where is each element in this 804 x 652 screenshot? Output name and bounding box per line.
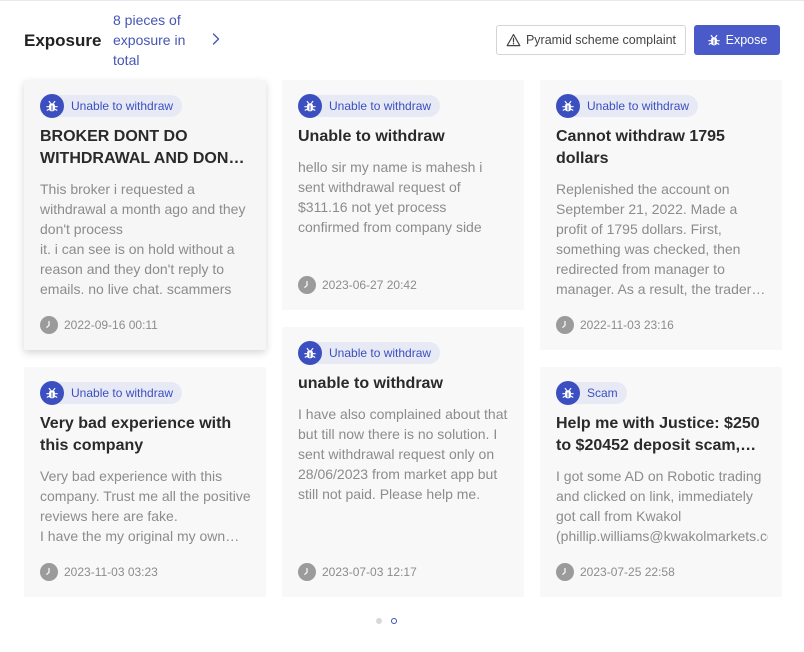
bug-icon (40, 381, 64, 405)
clock-icon (298, 563, 316, 581)
card-body: I have also complained about that but ti… (298, 406, 508, 502)
card-date-text: 2023-06-27 20:42 (322, 278, 417, 292)
category-tag-label: Scam (575, 382, 627, 404)
bug-icon (707, 34, 720, 46)
card-date: 2023-11-03 03:23 (40, 563, 158, 581)
exposure-card[interactable]: Unable to withdraw BROKER DONT DO WITHDR… (24, 80, 266, 350)
card-date: 2022-11-03 23:16 (556, 316, 674, 334)
category-tag-label: Unable to withdraw (575, 95, 699, 117)
warning-triangle-icon (506, 33, 521, 47)
card-title: Cannot withdraw 1795 dollars (556, 128, 725, 167)
card-date: 2023-07-25 22:58 (556, 563, 675, 581)
chevron-right-icon[interactable] (209, 32, 223, 46)
card-body: Very bad experience with this company. T… (40, 468, 251, 544)
bug-icon (298, 341, 322, 365)
card-date-text: 2023-11-03 03:23 (64, 565, 158, 579)
exposure-card[interactable]: Scam Help me with Justice: $250 to $2045… (540, 367, 782, 597)
exposure-card[interactable]: Unable to withdraw Cannot withdraw 1795 … (540, 80, 782, 350)
card-date: 2023-07-03 12:17 (298, 563, 417, 581)
section-title: Exposure (24, 31, 102, 50)
card-body: Replenished the account on September 21,… (556, 181, 752, 297)
page-dot-1[interactable] (376, 618, 382, 624)
bug-icon (40, 94, 64, 118)
category-tag-label: Unable to withdraw (317, 95, 441, 117)
card-date-text: 2023-07-25 22:58 (580, 565, 675, 579)
exposure-card[interactable]: Unable to withdraw Very bad experience w… (24, 367, 266, 597)
clock-icon (556, 563, 574, 581)
card-title: BROKER DONT DO WITHDRAWAL AND DONT REPLY (40, 128, 239, 167)
card-body: This broker i requested a withdrawal a m… (40, 181, 246, 297)
bug-icon (556, 381, 580, 405)
pagination-dots (376, 618, 397, 624)
category-tag-label: Unable to withdraw (317, 342, 441, 364)
category-tag: Scam (556, 381, 627, 405)
card-title: Very bad experience with this company (40, 415, 232, 454)
exposure-header: Exposure 8 pieces of exposure in total P… (0, 0, 804, 80)
pyramid-scheme-complaint-button[interactable]: Pyramid scheme complaint (496, 25, 686, 55)
bug-icon (556, 94, 580, 118)
exposure-card[interactable]: Unable to withdraw unable to withdraw I … (282, 327, 524, 597)
clock-icon (556, 316, 574, 334)
page-dot-2-active[interactable] (391, 618, 397, 624)
bug-icon (298, 94, 322, 118)
exposure-card[interactable]: Unable to withdraw Unable to withdraw he… (282, 80, 524, 310)
card-body: hello sir my name is mahesh i sent withd… (298, 159, 483, 235)
expose-button-label: Expose (725, 33, 768, 47)
category-tag: Unable to withdraw (40, 381, 183, 405)
card-date-text: 2022-09-16 00:11 (64, 318, 158, 332)
clock-icon (40, 316, 58, 334)
category-tag-label: Unable to withdraw (59, 382, 183, 404)
category-tag: Unable to withdraw (298, 94, 441, 118)
card-date: 2022-09-16 00:11 (40, 316, 158, 334)
clock-icon (40, 563, 58, 581)
complaint-button-label: Pyramid scheme complaint (525, 33, 677, 47)
category-tag: Unable to withdraw (298, 341, 441, 365)
category-tag: Unable to withdraw (556, 94, 699, 118)
card-date-text: 2022-11-03 23:16 (580, 318, 674, 332)
exposure-count-link[interactable]: 8 pieces of exposure in total (113, 10, 195, 70)
card-title: Help me with Justice: $250 to $20452 dep… (556, 415, 760, 454)
category-tag-label: Unable to withdraw (59, 95, 183, 117)
clock-icon (298, 276, 316, 294)
expose-button[interactable]: Expose (694, 25, 780, 55)
card-body: I got some AD on Robotic trading and cli… (556, 468, 768, 544)
card-date-text: 2023-07-03 12:17 (322, 565, 417, 579)
card-title: unable to withdraw (298, 375, 443, 392)
card-date: 2023-06-27 20:42 (298, 276, 417, 294)
card-title: Unable to withdraw (298, 128, 445, 145)
category-tag: Unable to withdraw (40, 94, 183, 118)
